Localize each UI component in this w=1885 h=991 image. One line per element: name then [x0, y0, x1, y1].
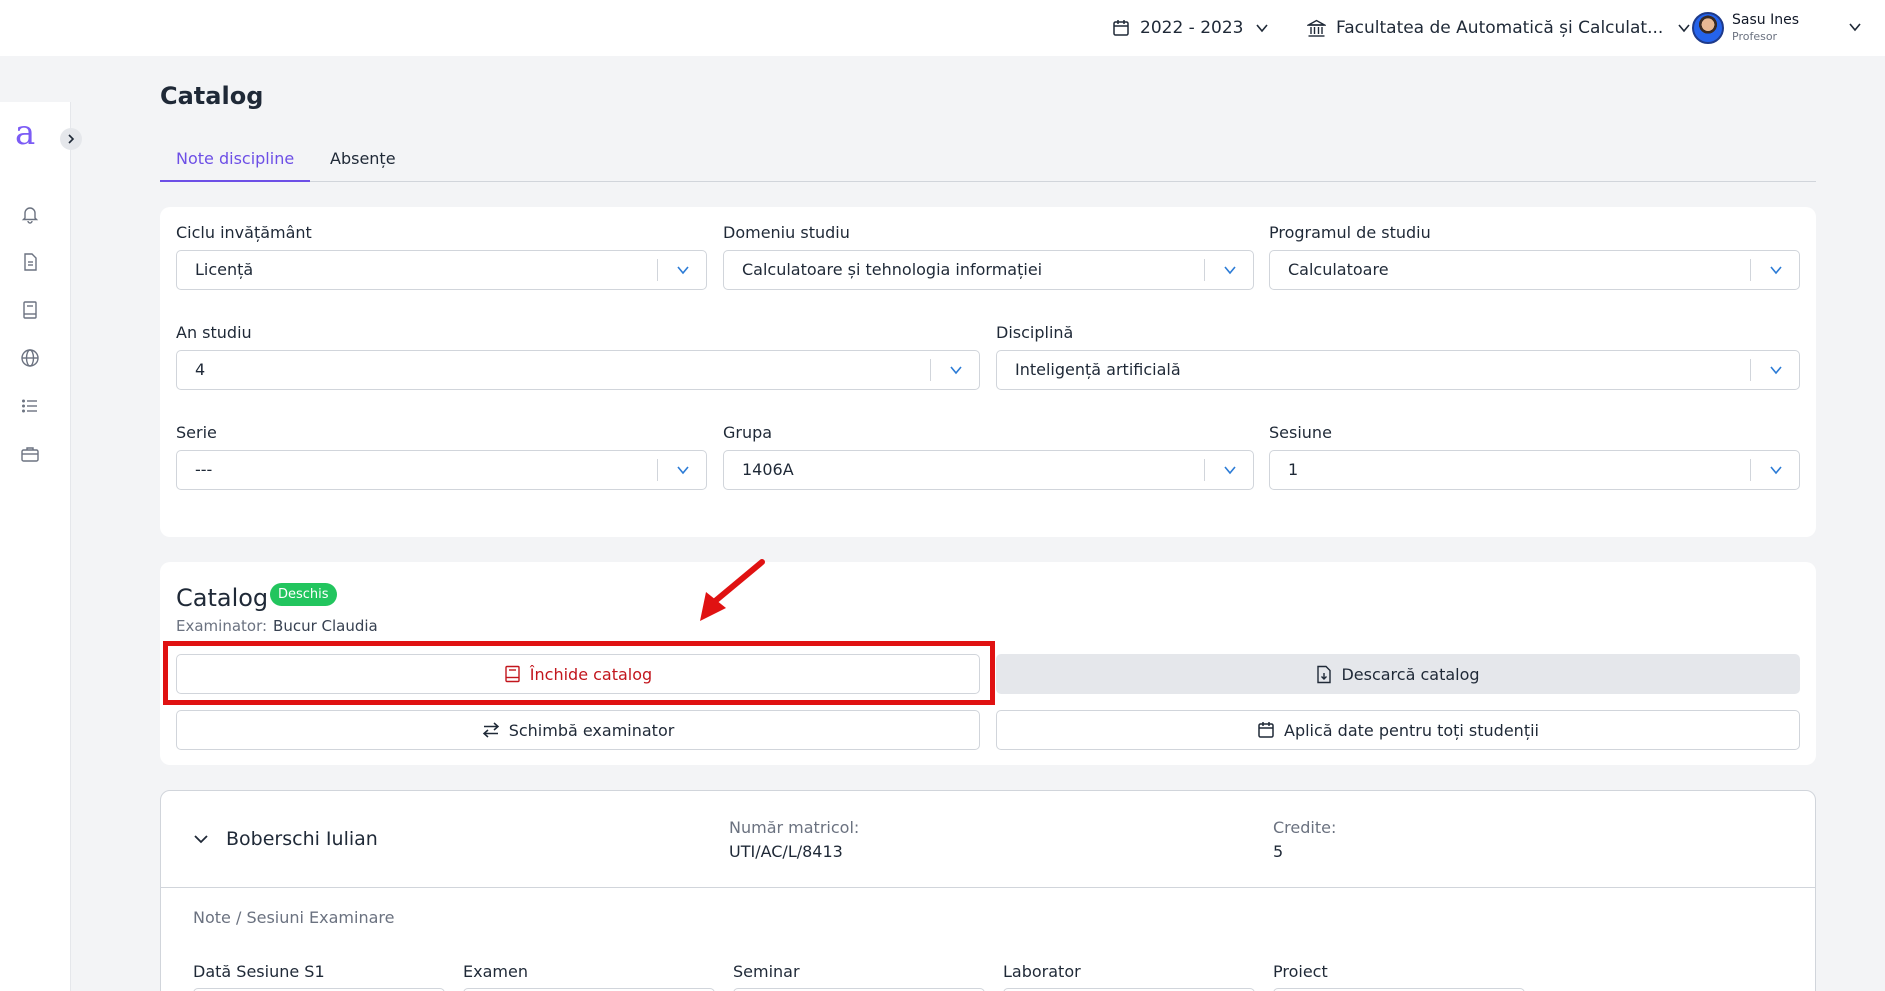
- highlight-box: [163, 641, 995, 705]
- calendar-icon: [1113, 20, 1129, 36]
- red-arrow-annotation: [700, 559, 765, 621]
- chevron-down-icon: [1256, 24, 1269, 33]
- chevron-down-icon: [677, 466, 689, 475]
- chevron-down-icon: [1770, 366, 1782, 375]
- sesiune-select[interactable]: 1: [1269, 450, 1800, 490]
- column-label-proiect: Proiect: [1273, 962, 1328, 981]
- apply-dates-label: Aplică date pentru toți studenții: [1284, 720, 1539, 740]
- swap-arrows-icon: [482, 722, 499, 738]
- briefcase-icon[interactable]: [20, 444, 40, 464]
- chevron-down-icon: [1849, 23, 1861, 32]
- chevron-down-icon: [1770, 466, 1782, 475]
- academic-year-selector[interactable]: 2022 - 2023: [1112, 0, 1269, 56]
- filters-card: Ciclu invățământ Licență Domeniu studiu …: [160, 207, 1816, 537]
- chevron-down-icon: [1224, 466, 1236, 475]
- select-value: 1: [1288, 460, 1299, 479]
- download-catalog-button[interactable]: Descarcă catalog: [996, 654, 1800, 694]
- field-label-program: Programul de studiu: [1269, 223, 1431, 242]
- bell-icon[interactable]: [20, 204, 40, 224]
- file-download-icon: [1317, 665, 1332, 683]
- sidebar: a: [0, 102, 82, 991]
- catalog-title: Catalog: [176, 584, 269, 612]
- tab-absente[interactable]: Absențe: [314, 146, 412, 182]
- apply-dates-button[interactable]: Aplică date pentru toți studenții: [996, 710, 1800, 750]
- field-label-ciclu: Ciclu invățământ: [176, 223, 312, 242]
- credits-value: 5: [1273, 842, 1284, 861]
- chevron-down-icon[interactable]: [193, 831, 209, 847]
- globe-icon[interactable]: [20, 348, 40, 368]
- program-select[interactable]: Calculatoare: [1269, 250, 1800, 290]
- list-icon[interactable]: [20, 396, 40, 416]
- field-label-domeniu: Domeniu studiu: [723, 223, 850, 242]
- status-badge: Deschis: [270, 583, 337, 606]
- top-bar: 2022 - 2023 Facultatea de Automatică și …: [0, 0, 1885, 56]
- student-name: Boberschi Iulian: [226, 828, 378, 850]
- section-label: Note / Sesiuni Examinare: [193, 908, 395, 927]
- student-card: Boberschi Iulian Număr matricol: UTI/AC/…: [160, 790, 1816, 991]
- ciclu-select[interactable]: Licență: [176, 250, 707, 290]
- academic-year-label: 2022 - 2023: [1140, 18, 1244, 38]
- document-icon[interactable]: [20, 252, 40, 272]
- chevron-down-icon: [950, 366, 962, 375]
- field-label-serie: Serie: [176, 423, 217, 442]
- chevron-down-icon: [677, 266, 689, 275]
- examinator-label: Examinator:: [176, 617, 268, 635]
- calendar-icon: [1258, 722, 1274, 738]
- select-value: Inteligență artificială: [1015, 360, 1181, 379]
- change-examiner-label: Schimbă examinator: [508, 720, 675, 740]
- download-catalog-label: Descarcă catalog: [1341, 664, 1480, 684]
- examinator-info: Examinator: Bucur Claudia: [176, 617, 378, 635]
- page-title: Catalog: [160, 82, 264, 110]
- avatar: [1692, 12, 1724, 44]
- field-label-an: An studiu: [176, 323, 252, 342]
- app-logo[interactable]: a: [15, 116, 35, 150]
- faculty-selector[interactable]: Facultatea de Automatică și Calculat...: [1307, 0, 1691, 56]
- an-studiu-select[interactable]: 4: [176, 350, 980, 390]
- field-label-sesiune: Sesiune: [1269, 423, 1332, 442]
- chevron-down-icon: [1224, 266, 1236, 275]
- matricol-value: UTI/AC/L/8413: [729, 842, 843, 861]
- sidebar-expand-button[interactable]: [60, 128, 82, 150]
- tab-note-discipline[interactable]: Note discipline: [160, 146, 311, 182]
- select-value: Calculatoare și tehnologia informației: [742, 260, 1043, 279]
- field-label-grupa: Grupa: [723, 423, 773, 442]
- disciplina-select[interactable]: Inteligență artificială: [996, 350, 1800, 390]
- column-label-laborator: Laborator: [1003, 962, 1081, 981]
- column-label-seminar: Seminar: [733, 962, 800, 981]
- matricol-label: Număr matricol:: [729, 818, 860, 837]
- select-value: 1406A: [742, 460, 794, 479]
- column-label-examen: Examen: [463, 962, 528, 981]
- chevron-down-icon: [1770, 266, 1782, 275]
- serie-select[interactable]: ---: [176, 450, 707, 490]
- domeniu-select[interactable]: Calculatoare și tehnologia informației: [723, 250, 1254, 290]
- user-role: Profesor: [1732, 30, 1778, 44]
- select-value: Licență: [195, 260, 254, 279]
- field-label-disciplina: Disciplină: [996, 323, 1074, 342]
- change-examiner-button[interactable]: Schimbă examinator: [176, 710, 980, 750]
- column-label-data-sesiune: Dată Sesiune S1: [193, 962, 325, 981]
- book-icon[interactable]: [20, 300, 40, 320]
- user-name: Sasu Ines: [1732, 11, 1799, 28]
- tab-bar: Note discipline Absențe: [160, 146, 1816, 182]
- select-value: 4: [195, 360, 206, 379]
- chevron-down-icon: [1678, 24, 1690, 33]
- institution-icon: [1307, 19, 1326, 37]
- select-value: ---: [195, 460, 213, 479]
- student-header[interactable]: Boberschi Iulian Număr matricol: UTI/AC/…: [161, 791, 1815, 888]
- grupa-select[interactable]: 1406A: [723, 450, 1254, 490]
- user-menu[interactable]: Sasu Ines Profesor: [1692, 0, 1862, 56]
- credits-label: Credite:: [1273, 818, 1337, 837]
- faculty-label: Facultatea de Automatică și Calculat...: [1336, 18, 1664, 38]
- examinator-name: Bucur Claudia: [273, 617, 378, 635]
- chevron-right-icon: [68, 134, 75, 144]
- select-value: Calculatoare: [1288, 260, 1389, 279]
